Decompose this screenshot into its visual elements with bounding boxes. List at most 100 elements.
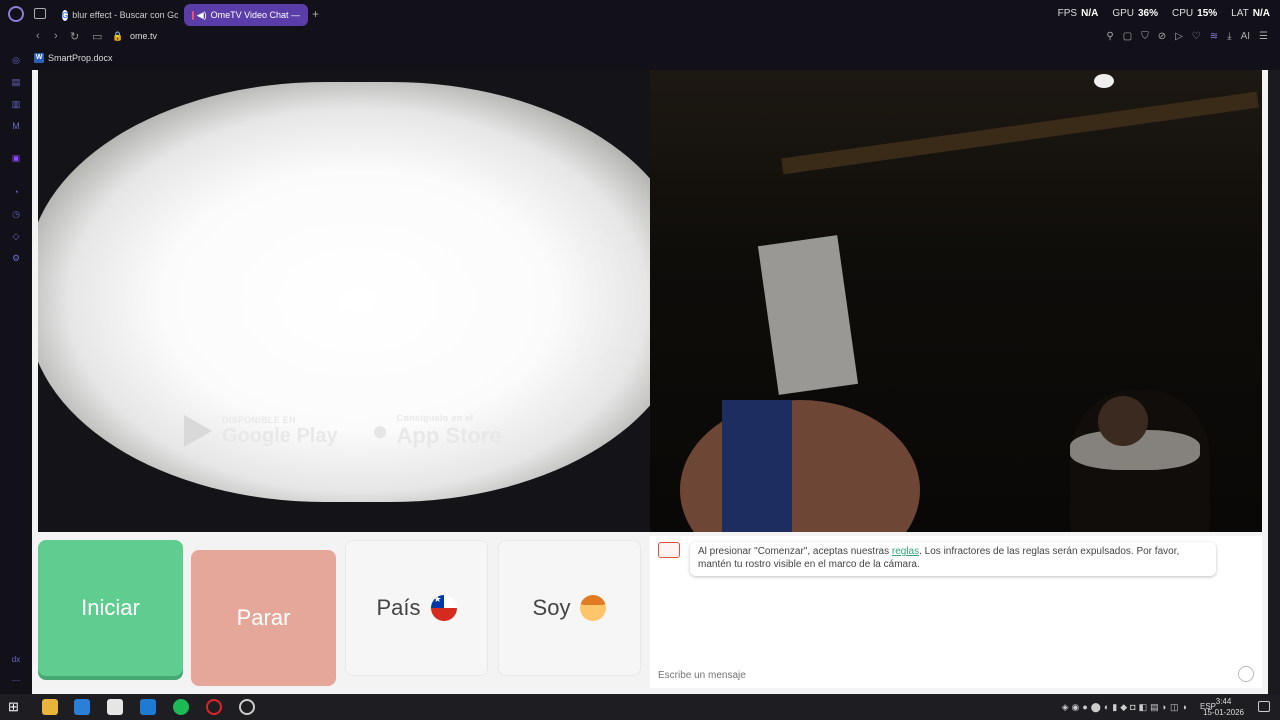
tab-title: OmeTV Video Chat — [210,10,300,20]
back-icon[interactable]: ‹ [36,30,40,42]
ometv-page: DISPONIBLE EN Google Play ● Consíguelo e… [32,70,1268,694]
file-explorer-icon[interactable] [42,699,58,715]
light-bulb [1094,74,1114,88]
app-store-badges: DISPONIBLE EN Google Play ● Consíguelo e… [184,413,502,449]
menu-icon[interactable]: ☰ [1259,31,1268,42]
soy-label: Soy [532,595,571,620]
block-icon[interactable]: ⊘ [1158,31,1166,42]
cpu-stat: CPU 15% [1172,8,1218,19]
speaker-icon[interactable]: ◀) [197,10,207,21]
stop-button[interactable]: Parar [191,550,336,686]
app-store-small-text: Consíguelo en el [396,413,474,423]
google-play-icon [184,415,212,447]
wall-object [757,235,859,395]
bookmark-smartprop[interactable]: W SmartProp.docx [34,53,113,63]
ometv-tv-icon [658,542,680,558]
message-input[interactable] [658,668,1218,682]
bookmarks-bar: W SmartProp.docx [0,50,1280,68]
system-message: Al presionar "Comenzar", aceptas nuestra… [690,542,1216,576]
new-tab-button[interactable]: + [312,7,319,21]
heart-icon[interactable]: ♡ [1192,31,1201,42]
lat-stat: LAT N/A [1231,8,1270,19]
store-icon[interactable] [107,699,123,715]
taskbar: ⊞ ◈◉●⬤◐▮◆◘◧▤◗◫◑ ESP 3:44 15-01-2026 [0,694,1280,720]
toolbar-icons: ⚲ ▢ ⛉ ⊘ ▷ ♡ ≋ ⤓ AI ☰ [1106,31,1268,42]
aria-sidebar-icon[interactable]: ◎ [10,54,22,66]
ceiling-beam [781,91,1259,175]
google-play-big-text: Google Play [222,424,338,447]
messenger-sidebar-icon[interactable]: M [10,120,22,132]
app-store-badge[interactable]: ● Consíguelo en el App Store [372,413,502,449]
message-text-start: Al presionar "Comenzar", aceptas nuestra… [698,546,892,557]
sidebar-dx-label: dx [11,655,21,664]
settings-sidebar-icon[interactable]: ⚙ [10,252,22,264]
country-button[interactable]: País [345,540,488,676]
pin-icon[interactable]: ⚲ [1106,31,1113,42]
play-icon[interactable]: ▷ [1175,31,1183,42]
country-label: País [376,595,421,620]
lock-icon[interactable]: 🔒 [112,31,123,42]
reload-icon[interactable]: ↻ [70,30,79,43]
store-sidebar-icon[interactable]: ▤ [10,76,22,88]
google-icon: G [62,9,69,21]
performance-stats: FPS N/A GPU 36% CPU 15% LAT N/A [1058,8,1270,19]
system-tray-icons[interactable]: ◈◉●⬤◐▮◆◘◧▤◗◫◑ [1062,702,1190,713]
local-video: DISPONIBLE EN Google Play ● Consíguelo e… [38,70,650,532]
opera-logo-icon[interactable] [8,6,24,22]
history-sidebar-icon[interactable]: ◔ [10,186,22,198]
download-icon[interactable]: ⤓ [1227,31,1231,42]
more-sidebar-icon[interactable]: ⋯ [10,674,22,686]
url-field[interactable]: ome.tv [130,31,157,41]
camera-icon[interactable]: ▭ [92,30,102,43]
foreground-shirt [722,400,792,532]
spotify-icon[interactable] [173,699,189,715]
word-doc-icon: W [34,53,44,63]
page-scrollbar[interactable] [1268,70,1280,694]
windows-start-icon[interactable]: ⊞ [8,699,24,715]
gender-button[interactable]: Soy [498,540,641,676]
bookmark-label: SmartProp.docx [48,53,113,63]
outlook-icon[interactable] [74,699,90,715]
chile-flag-icon [430,595,457,621]
apple-icon: ● [371,415,389,446]
ai-button[interactable]: AI [1241,31,1250,42]
snapshot-icon[interactable]: ▢ [1123,31,1132,42]
tab-blur-effect[interactable]: G blur effect - Buscar con Go [54,4,178,26]
start-button[interactable]: Iniciar [38,540,183,676]
foreground-arm [680,400,920,532]
gpu-stat: GPU 36% [1112,8,1159,19]
cube-sidebar-icon[interactable]: ◇ [10,230,22,242]
tab-title: blur effect - Buscar con Go [72,10,178,20]
sidebar: ◎ ▤ ▥ M ▣ ◔ ◷ ◇ ⚙ dx ⋯ [0,48,32,694]
google-play-small-text: DISPONIBLE EN [222,414,296,425]
tab-ometv[interactable]: ◀) OmeTV Video Chat — [184,4,308,26]
rules-link[interactable]: reglas [892,546,919,557]
app-store-big-text: App Store [396,423,502,448]
notifications-icon[interactable] [1258,701,1270,712]
vscode-icon[interactable] [140,699,156,715]
forward-icon[interactable]: › [54,30,58,42]
date: 15-01-2026 [1203,708,1244,717]
fps-stat: FPS N/A [1057,8,1099,19]
stop-label: Parar [236,605,291,630]
google-play-badge[interactable]: DISPONIBLE EN Google Play [184,413,338,449]
start-label: Iniciar [81,595,140,620]
aria-icon[interactable]: ≋ [1210,31,1218,42]
time: 3:44 [1215,697,1232,706]
shield-icon[interactable]: ⛉ [1141,31,1149,42]
chrome-icon[interactable] [239,699,255,715]
workspaces-icon[interactable] [34,8,46,19]
opera-gx-icon[interactable] [206,699,222,715]
chat-panel: Al presionar "Comenzar", aceptas nuestra… [650,536,1262,688]
emoji-icon[interactable] [1238,666,1254,682]
twitch-sidebar-icon[interactable]: ▣ [10,152,22,164]
remote-video [650,70,1262,532]
clock[interactable]: 3:44 15-01-2026 [1203,696,1244,718]
clock-sidebar-icon[interactable]: ◷ [10,208,22,220]
tab-favicon-icon [192,10,194,20]
title-bar: G blur effect - Buscar con Go ◀) OmeTV V… [0,0,1280,28]
wallet-sidebar-icon[interactable]: ▥ [10,98,22,110]
person-face [1098,396,1148,446]
boy-emoji-icon [580,595,607,621]
address-bar: ‹ › ↻ ▭ 🔒 ome.tv ⚲ ▢ ⛉ ⊘ ▷ ♡ ≋ ⤓ AI ☰ [0,28,1280,48]
